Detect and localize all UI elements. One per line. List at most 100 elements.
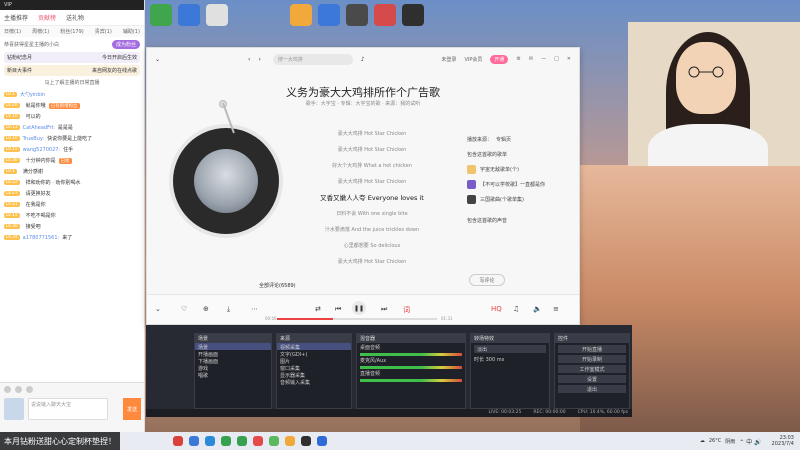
collect-icon[interactable]: ⊕	[203, 305, 209, 313]
folder-icon[interactable]	[285, 436, 295, 446]
transition-select[interactable]: 淡出	[474, 345, 546, 353]
chat-username[interactable]: CatAheadFrI:	[23, 125, 55, 131]
desktop-app-icon[interactable]	[206, 4, 228, 26]
desktop-app-icon[interactable]	[346, 4, 368, 26]
chat-username[interactable]: TrueBuy:	[23, 136, 45, 142]
music-app-icon[interactable]	[253, 436, 263, 446]
playlist-icon[interactable]: ≡	[553, 305, 559, 313]
emoji-icon[interactable]	[4, 386, 11, 393]
desktop-app-icon[interactable]	[374, 4, 396, 26]
fan-notice: 恭喜获得星星主播的小白 成为粉丝	[4, 40, 140, 49]
send-button[interactable]: 发送	[123, 398, 141, 420]
next-icon[interactable]: ⏭	[381, 305, 387, 314]
download-icon[interactable]: ⤓	[227, 305, 230, 314]
prev-icon[interactable]: ⏮	[335, 305, 341, 314]
chat-input[interactable]: 说说输入聊天大宝	[28, 398, 108, 420]
collapse-icon[interactable]: ⌄	[155, 56, 160, 63]
obs-control-button[interactable]: 设置	[558, 375, 626, 383]
source-item[interactable]: 视频采集	[277, 343, 351, 351]
playlist-item[interactable]: 三国歌曲(个歌单集)	[467, 192, 577, 207]
event-card-right: 今日开启后生效	[101, 55, 137, 61]
quality-icon[interactable]: HQ	[491, 305, 502, 313]
subtab-helper[interactable]: 辅助(1)	[123, 28, 140, 35]
subtab-vip[interactable]: 贵宾(1)	[95, 28, 112, 35]
scene-item[interactable]: 开播画面	[195, 350, 271, 358]
obs-control-button[interactable]: 工作室模式	[558, 365, 626, 373]
playlist-item[interactable]: 宇宙无敌歌单(个)	[467, 162, 577, 177]
app-icon[interactable]	[173, 436, 183, 446]
source-item[interactable]: 窗口采集	[277, 364, 351, 372]
scene-item[interactable]: 下播画面	[195, 357, 271, 365]
source-item[interactable]: 图片	[277, 357, 351, 365]
edge-icon[interactable]	[205, 436, 215, 446]
playlist-item[interactable]: 【不可以学校歌】一直都是你	[467, 177, 577, 192]
scene-item[interactable]: 游戏	[195, 364, 271, 372]
volume-icon[interactable]: 🔈	[533, 305, 542, 313]
obs-icon[interactable]	[301, 436, 311, 446]
obs-control-button[interactable]: 退出	[558, 385, 626, 393]
lyric-icon[interactable]: 词	[403, 305, 410, 315]
like-icon[interactable]: ♡	[181, 305, 187, 313]
search-input[interactable]: 搜一大鸡排	[272, 53, 353, 65]
scene-item[interactable]: 场景	[195, 343, 271, 351]
desktop-app-icon[interactable]	[318, 4, 340, 26]
source-value[interactable]: 专辑页	[496, 136, 511, 143]
source-item[interactable]: 文字(GDI+)	[277, 350, 351, 358]
login-link[interactable]: 未登录	[441, 56, 456, 63]
write-comment-button[interactable]: 写评论	[469, 274, 505, 286]
close-icon[interactable]: ✕	[567, 56, 571, 62]
transition-duration-value[interactable]: 300 ms	[486, 357, 505, 363]
image-icon[interactable]	[26, 386, 33, 393]
desktop-app-icon[interactable]	[150, 4, 172, 26]
transition-dock: 转场特效 淡出 时长 300 ms	[470, 333, 550, 409]
settings-icon[interactable]: ⚙	[516, 56, 520, 62]
become-fan-button[interactable]: 成为粉丝	[111, 40, 140, 49]
progress-bar[interactable]	[277, 318, 437, 320]
desktop-app-icon[interactable]	[290, 4, 312, 26]
event-card[interactable]: 钻粉纪念月 今日开启后生效	[4, 52, 140, 63]
back-icon[interactable]: ‹	[248, 56, 250, 63]
app-icon[interactable]	[317, 436, 327, 446]
music-player-window: ⌄ ‹ › 搜一大鸡排 ♪ 未登录 VIP会员 开通 ⚙ ✉ — □ ✕ 义务为…	[146, 47, 580, 325]
subtab-day[interactable]: 日榜(1)	[4, 28, 21, 35]
source-item[interactable]: 显示器采集	[277, 371, 351, 379]
subtab-week[interactable]: 周榜(1)	[32, 28, 49, 35]
clock[interactable]: 23:03 2023/7/4	[772, 435, 794, 447]
chat-username[interactable]: wang5270027:	[23, 147, 60, 153]
mail-icon[interactable]: ✉	[529, 56, 533, 62]
collapse-icon[interactable]: ⌄	[155, 305, 161, 313]
wechat-icon[interactable]	[269, 436, 279, 446]
search-icon[interactable]	[189, 436, 199, 446]
comments-count[interactable]: 全部评论(6589)	[259, 282, 296, 289]
event-card[interactable]: 新目大事件 来自网友的在线点歌	[4, 65, 140, 76]
tab-recommend[interactable]: 主播推荐	[4, 13, 28, 22]
obs-control-button[interactable]: 开始直播	[558, 345, 626, 353]
forward-icon[interactable]: ›	[258, 56, 260, 63]
tab-gift[interactable]: 送礼物	[66, 13, 84, 22]
chat-username[interactable]: a1780771561:	[23, 235, 60, 241]
gift-icon[interactable]	[15, 386, 22, 393]
shuffle-icon[interactable]: ⇄	[315, 305, 321, 313]
pause-button[interactable]: ❚❚	[352, 301, 366, 315]
scene-item[interactable]: 唱歌	[195, 371, 271, 379]
maximize-icon[interactable]: □	[554, 56, 559, 62]
open-vip-button[interactable]: 开通	[490, 54, 509, 64]
weather-widget[interactable]: ☁ 26°C 阴雨	[700, 438, 735, 445]
subtab-fans[interactable]: 粉丝(179)	[60, 28, 83, 35]
obs-control-button[interactable]: 开始录制	[558, 355, 626, 363]
mic-icon[interactable]: ♪	[361, 56, 365, 63]
tab-contribution[interactable]: 贡献榜	[38, 13, 56, 22]
app-icon[interactable]	[221, 436, 231, 446]
source-item[interactable]: 音频输入采集	[277, 378, 351, 386]
chat-message: LV.1 大勺yinbin	[0, 89, 144, 100]
vip-link[interactable]: VIP会员	[464, 56, 482, 63]
sound-effect-icon[interactable]: ♫	[513, 305, 519, 313]
tray-icons[interactable]: ⌃ 中 🔊	[739, 437, 761, 446]
volume-meter[interactable]	[360, 379, 462, 382]
chat-username[interactable]: 大勺yinbin	[20, 91, 45, 98]
desktop-app-icon[interactable]	[178, 4, 200, 26]
minimize-icon[interactable]: —	[541, 56, 546, 62]
share-icon[interactable]: ⋯	[251, 305, 258, 313]
app-icon[interactable]	[237, 436, 247, 446]
desktop-app-icon[interactable]	[402, 4, 424, 26]
